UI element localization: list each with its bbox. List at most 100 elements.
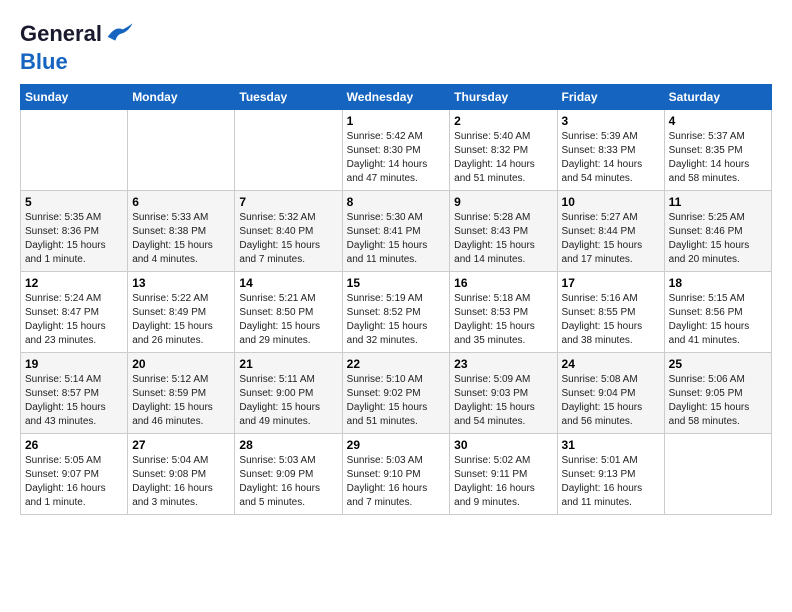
day-info: Sunrise: 5:05 AM Sunset: 9:07 PM Dayligh… bbox=[25, 454, 123, 510]
day-info: Sunrise: 5:04 AM Sunset: 9:08 PM Dayligh… bbox=[132, 454, 230, 510]
column-header-thursday: Thursday bbox=[450, 85, 557, 110]
column-header-monday: Monday bbox=[128, 85, 235, 110]
day-info: Sunrise: 5:08 AM Sunset: 9:04 PM Dayligh… bbox=[562, 373, 660, 429]
calendar-cell: 24Sunrise: 5:08 AM Sunset: 9:04 PM Dayli… bbox=[557, 353, 664, 434]
calendar-cell: 5 Sunrise: 5:35 AM Sunset: 8:36 PM Daylig… bbox=[21, 191, 128, 272]
calendar-cell: 23 Sunrise: 5:09 AM Sunset: 9:03 PM Dayli… bbox=[450, 353, 557, 434]
day-info: Sunrise: 5:40 AM Sunset: 8:32 PM Dayligh… bbox=[454, 130, 552, 186]
column-header-saturday: Saturday bbox=[664, 85, 771, 110]
day-number: 2 bbox=[454, 114, 552, 128]
calendar-cell: 25 Sunrise: 5:06 AM Sunset: 9:05 PM Dayli… bbox=[664, 353, 771, 434]
day-info: Sunrise: 5:16 AM Sunset: 8:55 PM Dayligh… bbox=[562, 292, 660, 348]
calendar-cell bbox=[235, 110, 342, 191]
calendar-cell: 18 Sunrise: 5:15 AM Sunset: 8:56 PM Dayli… bbox=[664, 272, 771, 353]
day-number: 17 bbox=[562, 276, 660, 290]
calendar-cell: 27 Sunrise: 5:04 AM Sunset: 9:08 PM Dayli… bbox=[128, 434, 235, 515]
day-number: 27 bbox=[132, 438, 230, 452]
day-number: 13 bbox=[132, 276, 230, 290]
day-info: Sunrise: 5:02 AM Sunset: 9:11 PM Dayligh… bbox=[454, 454, 552, 510]
day-number: 22 bbox=[347, 357, 446, 371]
day-number: 12 bbox=[25, 276, 123, 290]
calendar-table: SundayMondayTuesdayWednesdayThursdayFrid… bbox=[20, 84, 772, 515]
logo-text: General Blue bbox=[20, 20, 134, 74]
day-info: Sunrise: 5:06 AM Sunset: 9:05 PM Dayligh… bbox=[669, 373, 767, 429]
calendar-cell: 29 Sunrise: 5:03 AM Sunset: 9:10 PM Dayli… bbox=[342, 434, 450, 515]
calendar-week-row: 1 Sunrise: 5:42 AM Sunset: 8:30 PM Daylig… bbox=[21, 110, 772, 191]
calendar-cell: 12 Sunrise: 5:24 AM Sunset: 8:47 PM Dayli… bbox=[21, 272, 128, 353]
day-info: Sunrise: 5:35 AM Sunset: 8:36 PM Dayligh… bbox=[25, 211, 123, 267]
day-info: Sunrise: 5:39 AM Sunset: 8:33 PM Dayligh… bbox=[562, 130, 660, 186]
day-info: Sunrise: 5:37 AM Sunset: 8:35 PM Dayligh… bbox=[669, 130, 767, 186]
page-header: General Blue bbox=[20, 20, 772, 74]
day-number: 23 bbox=[454, 357, 552, 371]
calendar-cell: 9 Sunrise: 5:28 AM Sunset: 8:43 PM Daylig… bbox=[450, 191, 557, 272]
calendar-cell: 3 Sunrise: 5:39 AM Sunset: 8:33 PM Daylig… bbox=[557, 110, 664, 191]
day-number: 5 bbox=[25, 195, 123, 209]
day-number: 1 bbox=[347, 114, 446, 128]
calendar-cell: 16 Sunrise: 5:18 AM Sunset: 8:53 PM Dayli… bbox=[450, 272, 557, 353]
day-number: 21 bbox=[239, 357, 337, 371]
calendar-header-row: SundayMondayTuesdayWednesdayThursdayFrid… bbox=[21, 85, 772, 110]
calendar-cell: 15 Sunrise: 5:19 AM Sunset: 8:52 PM Dayli… bbox=[342, 272, 450, 353]
calendar-cell: 13Sunrise: 5:22 AM Sunset: 8:49 PM Dayli… bbox=[128, 272, 235, 353]
day-info: Sunrise: 5:24 AM Sunset: 8:47 PM Dayligh… bbox=[25, 292, 123, 348]
day-number: 11 bbox=[669, 195, 767, 209]
day-number: 4 bbox=[669, 114, 767, 128]
day-info: Sunrise: 5:12 AM Sunset: 8:59 PM Dayligh… bbox=[132, 373, 230, 429]
day-number: 26 bbox=[25, 438, 123, 452]
calendar-week-row: 5 Sunrise: 5:35 AM Sunset: 8:36 PM Daylig… bbox=[21, 191, 772, 272]
day-number: 18 bbox=[669, 276, 767, 290]
day-info: Sunrise: 5:30 AM Sunset: 8:41 PM Dayligh… bbox=[347, 211, 446, 267]
day-number: 9 bbox=[454, 195, 552, 209]
calendar-week-row: 26 Sunrise: 5:05 AM Sunset: 9:07 PM Dayli… bbox=[21, 434, 772, 515]
calendar-cell bbox=[664, 434, 771, 515]
calendar-week-row: 19Sunrise: 5:14 AM Sunset: 8:57 PM Dayli… bbox=[21, 353, 772, 434]
day-number: 15 bbox=[347, 276, 446, 290]
calendar-cell: 8 Sunrise: 5:30 AM Sunset: 8:41 PM Daylig… bbox=[342, 191, 450, 272]
day-number: 16 bbox=[454, 276, 552, 290]
day-info: Sunrise: 5:14 AM Sunset: 8:57 PM Dayligh… bbox=[25, 373, 123, 429]
day-info: Sunrise: 5:27 AM Sunset: 8:44 PM Dayligh… bbox=[562, 211, 660, 267]
day-info: Sunrise: 5:10 AM Sunset: 9:02 PM Dayligh… bbox=[347, 373, 446, 429]
column-header-friday: Friday bbox=[557, 85, 664, 110]
calendar-cell: 22 Sunrise: 5:10 AM Sunset: 9:02 PM Dayli… bbox=[342, 353, 450, 434]
day-info: Sunrise: 5:15 AM Sunset: 8:56 PM Dayligh… bbox=[669, 292, 767, 348]
day-number: 14 bbox=[239, 276, 337, 290]
day-info: Sunrise: 5:42 AM Sunset: 8:30 PM Dayligh… bbox=[347, 130, 446, 186]
day-number: 25 bbox=[669, 357, 767, 371]
day-number: 31 bbox=[562, 438, 660, 452]
day-number: 29 bbox=[347, 438, 446, 452]
day-info: Sunrise: 5:11 AM Sunset: 9:00 PM Dayligh… bbox=[239, 373, 337, 429]
calendar-cell: 14 Sunrise: 5:21 AM Sunset: 8:50 PM Dayli… bbox=[235, 272, 342, 353]
day-info: Sunrise: 5:09 AM Sunset: 9:03 PM Dayligh… bbox=[454, 373, 552, 429]
day-info: Sunrise: 5:33 AM Sunset: 8:38 PM Dayligh… bbox=[132, 211, 230, 267]
calendar-cell: 11 Sunrise: 5:25 AM Sunset: 8:46 PM Dayli… bbox=[664, 191, 771, 272]
day-info: Sunrise: 5:25 AM Sunset: 8:46 PM Dayligh… bbox=[669, 211, 767, 267]
day-number: 3 bbox=[562, 114, 660, 128]
calendar-cell: 17 Sunrise: 5:16 AM Sunset: 8:55 PM Dayli… bbox=[557, 272, 664, 353]
calendar-cell: 10 Sunrise: 5:27 AM Sunset: 8:44 PM Dayli… bbox=[557, 191, 664, 272]
day-number: 6 bbox=[132, 195, 230, 209]
calendar-cell: 20 Sunrise: 5:12 AM Sunset: 8:59 PM Dayli… bbox=[128, 353, 235, 434]
calendar-week-row: 12 Sunrise: 5:24 AM Sunset: 8:47 PM Dayli… bbox=[21, 272, 772, 353]
calendar-cell: 2 Sunrise: 5:40 AM Sunset: 8:32 PM Daylig… bbox=[450, 110, 557, 191]
logo: General Blue bbox=[20, 20, 134, 74]
day-number: 28 bbox=[239, 438, 337, 452]
calendar-cell bbox=[128, 110, 235, 191]
calendar-cell: 30 Sunrise: 5:02 AM Sunset: 9:11 PM Dayli… bbox=[450, 434, 557, 515]
column-header-sunday: Sunday bbox=[21, 85, 128, 110]
day-number: 7 bbox=[239, 195, 337, 209]
day-info: Sunrise: 5:03 AM Sunset: 9:10 PM Dayligh… bbox=[347, 454, 446, 510]
day-info: Sunrise: 5:21 AM Sunset: 8:50 PM Dayligh… bbox=[239, 292, 337, 348]
day-info: Sunrise: 5:18 AM Sunset: 8:53 PM Dayligh… bbox=[454, 292, 552, 348]
column-header-tuesday: Tuesday bbox=[235, 85, 342, 110]
calendar-cell: 28Sunrise: 5:03 AM Sunset: 9:09 PM Dayli… bbox=[235, 434, 342, 515]
day-number: 20 bbox=[132, 357, 230, 371]
calendar-cell: 1 Sunrise: 5:42 AM Sunset: 8:30 PM Daylig… bbox=[342, 110, 450, 191]
calendar-cell: 4 Sunrise: 5:37 AM Sunset: 8:35 PM Daylig… bbox=[664, 110, 771, 191]
day-number: 8 bbox=[347, 195, 446, 209]
day-info: Sunrise: 5:19 AM Sunset: 8:52 PM Dayligh… bbox=[347, 292, 446, 348]
day-number: 30 bbox=[454, 438, 552, 452]
day-info: Sunrise: 5:28 AM Sunset: 8:43 PM Dayligh… bbox=[454, 211, 552, 267]
day-number: 10 bbox=[562, 195, 660, 209]
